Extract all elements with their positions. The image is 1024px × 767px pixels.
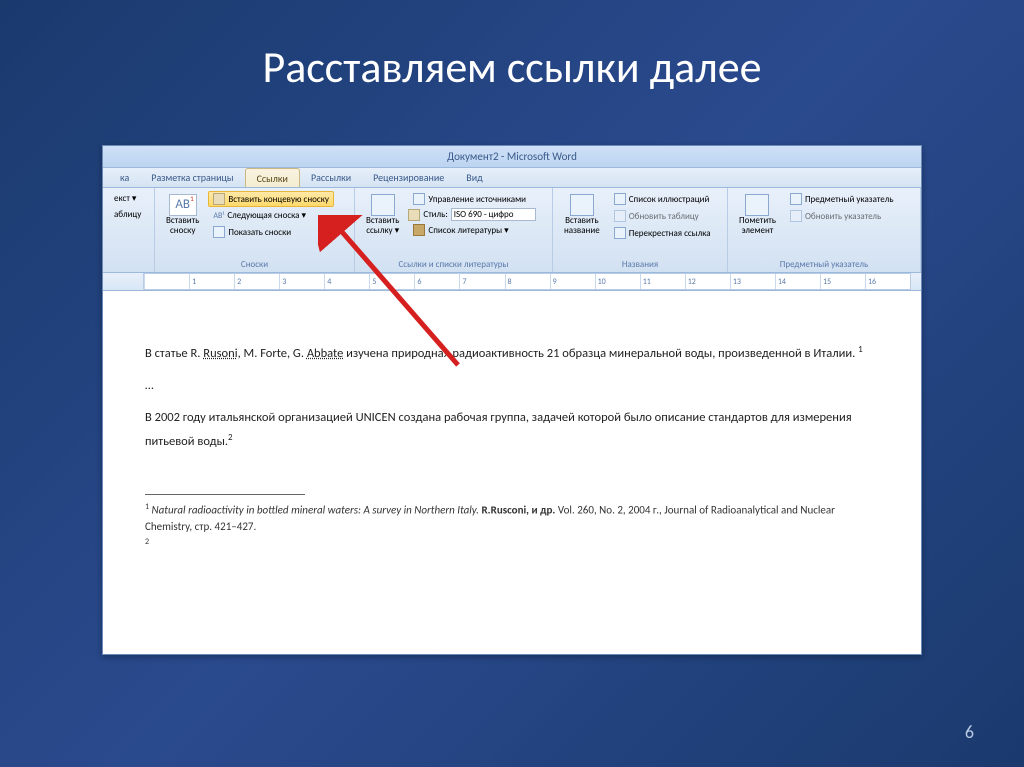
ruler-mark: 5 [369, 274, 414, 289]
update-index-button[interactable]: Обновить указатель [785, 208, 899, 224]
tab-page-layout[interactable]: Разметка страницы [140, 168, 244, 187]
footnote-icon: AB [169, 194, 197, 216]
ruler-mark: 10 [595, 274, 640, 289]
slide-page-number: 6 [965, 721, 974, 743]
ruler-mark: 13 [730, 274, 775, 289]
slide-title: Расставляем ссылки далее [0, 0, 1024, 114]
ribbon: екст ▾ аблицу AB Вставить сноску Вставит… [103, 188, 921, 273]
update-index-icon [790, 210, 802, 222]
insert-endnote-button[interactable]: Вставить концевую сноску [208, 191, 334, 207]
tab-view[interactable]: Вид [455, 168, 493, 187]
tab-review[interactable]: Рецензирование [362, 168, 455, 187]
tab-partial-left[interactable]: ка [109, 168, 140, 187]
ruler-mark: 8 [505, 274, 550, 289]
endnote-icon [213, 193, 225, 205]
ruler-mark: 4 [324, 274, 369, 289]
footnote-2[interactable]: 2 [145, 536, 879, 554]
insert-citation-button[interactable]: Вставить ссылку ▾ [361, 191, 404, 239]
document-area[interactable]: В статье R. Rusoni, M. Forte, G. Abbate … [103, 291, 921, 654]
style-select[interactable]: ISO 690 - цифро [451, 208, 536, 221]
manage-sources-button[interactable]: Управление источниками [408, 191, 535, 207]
mark-icon [745, 194, 769, 216]
insert-footnote-button[interactable]: AB Вставить сноску [161, 191, 204, 239]
tab-mailings[interactable]: Рассылки [300, 168, 362, 187]
update-table-button[interactable]: Обновить таблицу [609, 208, 716, 224]
mark-entry-button[interactable]: Пометить элемент [734, 191, 781, 239]
ruler-mark: 6 [414, 274, 459, 289]
ruler-mark: 16 [865, 274, 910, 289]
update-icon [614, 210, 626, 222]
toc-table-button[interactable]: аблицу [109, 207, 146, 222]
illus-icon [614, 193, 626, 205]
ruler-mark: 9 [550, 274, 595, 289]
show-footnotes-button[interactable]: Показать сноски [208, 224, 334, 240]
paragraph-ellipsis[interactable]: … [145, 374, 879, 398]
show-notes-icon [213, 226, 225, 238]
citation-icon [371, 194, 395, 216]
bibliography-button[interactable]: Список литературы ▾ [408, 222, 535, 238]
group-footnotes-label: Сноски [155, 259, 354, 270]
ribbon-tabstrip: ка Разметка страницы Ссылки Рассылки Рец… [103, 168, 921, 188]
ruler-mark: 11 [640, 274, 685, 289]
index-icon [790, 193, 802, 205]
ruler-mark: 1 [189, 274, 234, 289]
insert-caption-button[interactable]: Вставить название [559, 191, 605, 239]
list-illustrations-button[interactable]: Список иллюстраций [609, 191, 716, 207]
style-label: Стиль: [423, 209, 447, 220]
insert-index-button[interactable]: Предметный указатель [785, 191, 899, 207]
caption-icon [570, 194, 594, 216]
group-captions-label: Названия [553, 259, 727, 270]
group-citations-label: Ссылки и списки литературы [355, 259, 552, 270]
toc-text-button[interactable]: екст ▾ [109, 191, 146, 206]
horizontal-ruler[interactable]: 1 2 3 4 5 6 7 8 9 10 11 12 13 14 15 16 [103, 273, 921, 291]
ruler-mark: 12 [685, 274, 730, 289]
footnote-separator [145, 494, 305, 495]
tab-references[interactable]: Ссылки [245, 168, 300, 187]
footnote-1[interactable]: 1 Natural radioactivity in bottled miner… [145, 501, 879, 536]
footnote-ref-1: 1 [858, 344, 863, 355]
biblio-icon [413, 224, 425, 236]
ruler-mark: 15 [820, 274, 865, 289]
ruler-mark: 14 [775, 274, 820, 289]
paragraph-3[interactable]: В 2002 году итальянской организацией UNI… [145, 406, 879, 455]
group-index-label: Предметный указатель [728, 259, 920, 270]
sources-icon [413, 193, 425, 205]
ruler-mark [144, 274, 189, 289]
style-icon [408, 209, 420, 221]
ruler-mark: 2 [234, 274, 279, 289]
crossref-icon [614, 227, 626, 239]
ruler-mark: 3 [279, 274, 324, 289]
paragraph-1[interactable]: В статье R. Rusoni, M. Forte, G. Abbate … [145, 341, 879, 366]
ruler-mark: 7 [459, 274, 504, 289]
footnote-ref-2: 2 [228, 432, 233, 443]
cross-reference-button[interactable]: Перекрестная ссылка [609, 225, 716, 241]
window-titlebar: Документ2 - Microsoft Word [103, 146, 921, 168]
word-window: Документ2 - Microsoft Word ка Разметка с… [102, 145, 922, 655]
next-footnote-button[interactable]: AB¹ Следующая сноска ▾ [208, 208, 334, 223]
